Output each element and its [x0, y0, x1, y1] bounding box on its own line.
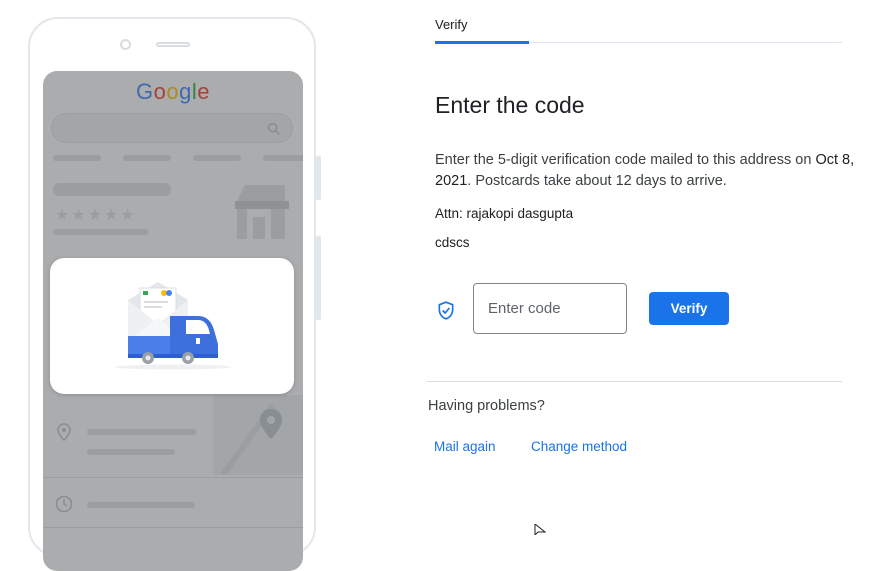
description-text-end: . Postcards take about 12 days to arrive… — [467, 173, 727, 189]
tab-verify[interactable]: Verify — [435, 17, 468, 32]
tab-track — [529, 42, 842, 43]
postcard-truck-card — [50, 258, 294, 394]
verification-description: Enter the 5-digit verification code mail… — [435, 150, 855, 192]
verification-code-input[interactable] — [473, 283, 627, 334]
mail-again-link[interactable]: Mail again — [434, 439, 496, 454]
phone-side-button — [316, 156, 321, 200]
section-divider — [427, 381, 842, 382]
mail-truck-icon — [115, 282, 231, 370]
attention-line: Attn: rajakopi dasgupta — [435, 206, 574, 221]
shield-check-icon — [438, 301, 454, 320]
phone-speaker — [156, 42, 190, 47]
page-title: Enter the code — [435, 92, 585, 118]
tab-active-indicator — [435, 41, 529, 44]
address-line: cdscs — [435, 235, 470, 250]
description-text: Enter the 5-digit verification code mail… — [435, 152, 816, 168]
having-problems-heading: Having problems? — [428, 398, 545, 414]
phone-camera — [120, 39, 131, 50]
verify-button[interactable]: Verify — [649, 292, 729, 325]
phone-side-button — [316, 236, 321, 320]
mouse-pointer-icon — [534, 524, 546, 535]
change-method-link[interactable]: Change method — [531, 439, 627, 454]
